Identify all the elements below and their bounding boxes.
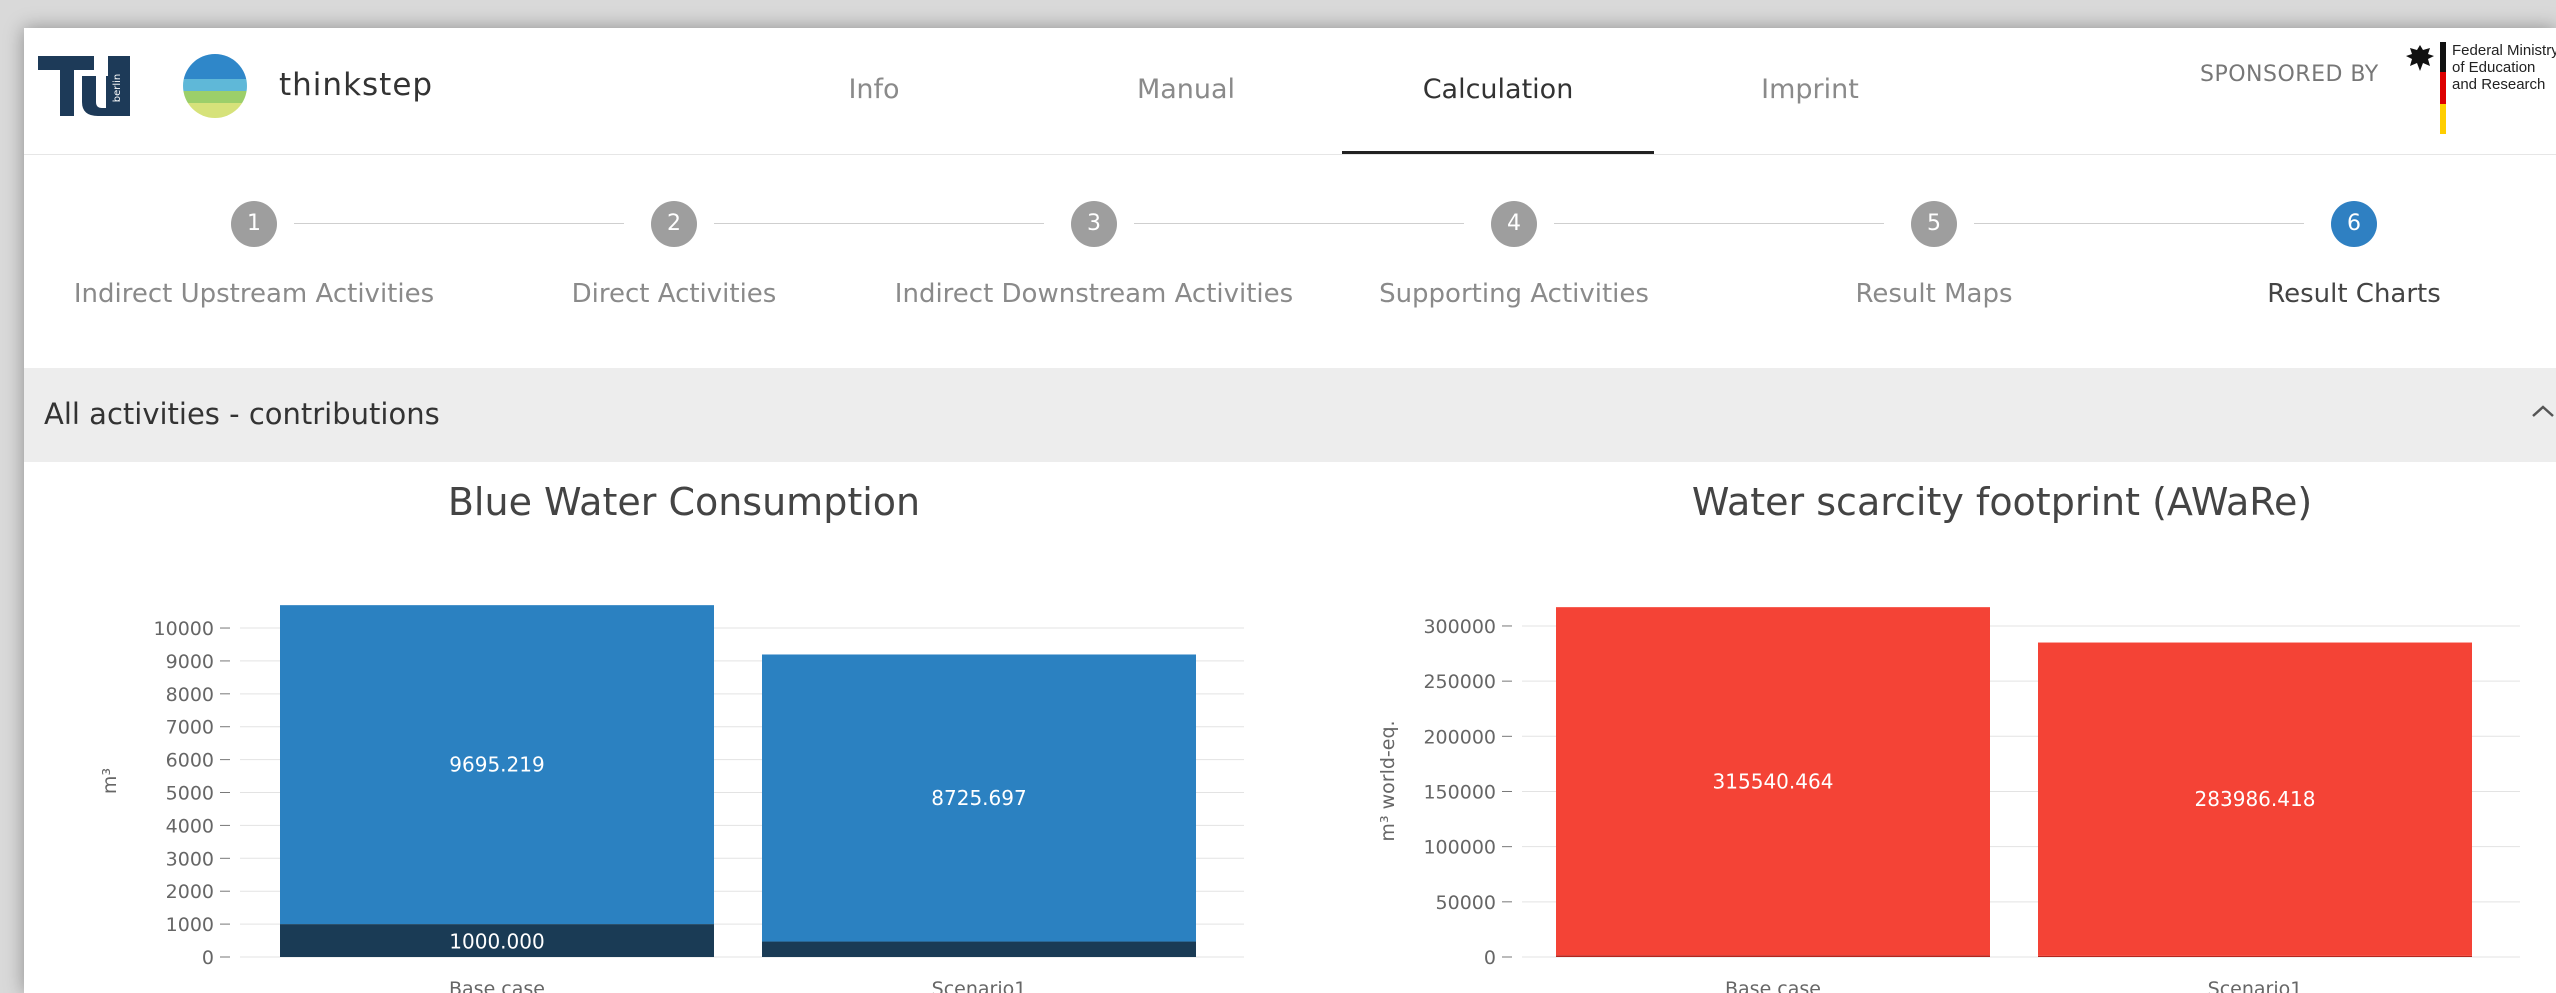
step-6-circle[interactable]: 6 (2331, 201, 2377, 247)
y-tick-label: 100000 (1423, 837, 1496, 859)
data-label: 9695.219 (449, 753, 544, 777)
y-tick-label: 150000 (1423, 781, 1496, 803)
y-tick-label: 200000 (1423, 726, 1496, 748)
chevron-up-icon[interactable] (2530, 402, 2556, 422)
data-label: 283986.418 (2195, 787, 2316, 811)
section-title: All activities - contributions (44, 397, 440, 431)
y-tick-label: 4000 (166, 815, 214, 837)
svg-text:berlin: berlin (112, 74, 123, 103)
federal-eagle-icon (2406, 45, 2434, 71)
x-tick-label: Scenario1 (932, 978, 1027, 993)
step-5-circle[interactable]: 5 (1911, 201, 1957, 247)
nav-tab-manual[interactable]: Manual (1030, 28, 1342, 152)
step-6-label[interactable]: Result Charts (2144, 279, 2556, 309)
page: berlin thinkstep Info Manual Calculation… (24, 28, 2556, 993)
y-tick-label: 7000 (166, 717, 214, 739)
bar-segment (2038, 955, 2472, 957)
y-tick-label: 250000 (1423, 671, 1496, 693)
step-2-label[interactable]: Direct Activities (464, 279, 884, 309)
step-connector (714, 223, 1044, 224)
water-scarcity-chart: m³ world-eq. 0 50000 100000 150000 200000 2500… (1377, 607, 2520, 993)
ministry-logo[interactable]: Federal Ministry of Education and Resear… (2392, 34, 2556, 144)
step-3-label[interactable]: Indirect Downstream Activities (884, 279, 1304, 309)
y-axis-label: m³ world-eq. (1377, 720, 1399, 841)
tu-berlin-logo[interactable]: berlin (34, 50, 134, 122)
step-4-label[interactable]: Supporting Activities (1304, 279, 1724, 309)
x-tick-label: Base case (1725, 978, 1821, 993)
step-1-label[interactable]: Indirect Upstream Activities (44, 279, 464, 309)
progress-stepper: 1 2 3 4 5 6 Indirect Upstream Activities… (24, 154, 2556, 368)
brand-name: thinkstep (279, 67, 434, 103)
step-1-circle[interactable]: 1 (231, 201, 277, 247)
thinkstep-logo[interactable] (182, 53, 248, 119)
y-tick-label: 0 (1484, 947, 1496, 969)
chart-2-title: Water scarcity footprint (AWaRe) (1691, 480, 2313, 524)
ministry-name: Federal Ministry of Education and Resear… (2452, 42, 2556, 93)
german-flag-bar (2440, 42, 2446, 134)
bar-segment (1556, 955, 1990, 957)
chart-1-title: Blue Water Consumption (447, 480, 921, 524)
y-tick-label: 10000 (154, 618, 214, 640)
step-connector (1974, 223, 2304, 224)
sponsored-by-label: SPONSORED BY (2200, 62, 2379, 87)
step-5-label[interactable]: Result Maps (1724, 279, 2144, 309)
step-connector (1554, 223, 1884, 224)
step-3-circle[interactable]: 3 (1071, 201, 1117, 247)
y-tick-label: 1000 (166, 914, 214, 936)
blue-water-chart: m³ 0 1000 2000 3000 4000 5000 6000 7000 8000 9000 1… (99, 605, 1244, 993)
step-4-circle[interactable]: 4 (1491, 201, 1537, 247)
nav-tab-calculation[interactable]: Calculation (1342, 28, 1654, 154)
y-axis-label: m³ (99, 768, 121, 794)
y-tick-label: 0 (202, 947, 214, 969)
y-tick-label: 9000 (166, 651, 214, 673)
y-tick-label: 50000 (1436, 892, 1496, 914)
step-2-circle[interactable]: 2 (651, 201, 697, 247)
step-connector (1134, 223, 1464, 224)
step-connector (294, 223, 624, 224)
top-header: berlin thinkstep Info Manual Calculation… (24, 28, 2556, 155)
bar-segment (762, 941, 1196, 957)
nav-tab-imprint[interactable]: Imprint (1654, 28, 1966, 152)
y-tick-label: 300000 (1423, 616, 1496, 638)
data-label: 1000.000 (449, 930, 544, 954)
nav-tab-info[interactable]: Info (718, 28, 1030, 152)
x-tick-label: Base case (449, 978, 545, 993)
y-tick-label: 3000 (166, 848, 214, 870)
data-label: 315540.464 (1713, 769, 1834, 793)
y-tick-label: 5000 (166, 783, 214, 805)
accordion-header[interactable]: All activities - contributions (24, 368, 2556, 462)
y-tick-label: 2000 (166, 881, 214, 903)
data-label: 8725.697 (931, 786, 1026, 810)
y-tick-label: 8000 (166, 684, 214, 706)
x-tick-label: Scenario1 (2208, 978, 2303, 993)
y-tick-label: 6000 (166, 750, 214, 772)
